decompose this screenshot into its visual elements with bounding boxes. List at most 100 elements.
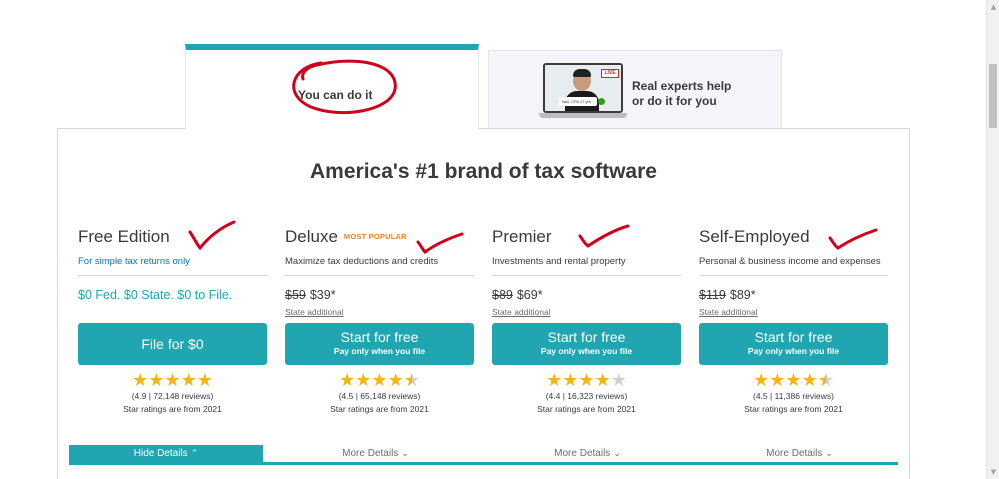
price-row: $119 $89* bbox=[699, 288, 888, 304]
vertical-scrollbar[interactable]: ▲ ▼ bbox=[986, 0, 999, 479]
rating-text[interactable]: (4.5 | 65,148 reviews) bbox=[285, 391, 474, 401]
most-popular-badge: MOST POPULAR bbox=[343, 232, 407, 241]
star-full-icon: ★ bbox=[355, 370, 372, 391]
page: You can do it Neil, CPA 17 yrs LIVE Real… bbox=[0, 0, 999, 479]
chevron-down-icon: ⌄ bbox=[825, 449, 833, 459]
cta-sublabel: Pay only when you file bbox=[540, 346, 633, 356]
rating-note: Star ratings are from 2021 bbox=[744, 404, 843, 414]
product-card-deluxe: Deluxe MOST POPULAR Maximize tax deductio… bbox=[285, 227, 474, 414]
details-label: Hide Details bbox=[133, 448, 188, 459]
chevron-down-icon: ⌄ bbox=[613, 449, 621, 459]
red-circle-annotation bbox=[292, 59, 397, 114]
verified-icon bbox=[598, 98, 605, 105]
expert-line-1: Real experts help bbox=[632, 79, 732, 93]
star-rating: ★★★★★ bbox=[285, 370, 474, 391]
star-full-icon: ★ bbox=[562, 370, 579, 391]
live-badge: LIVE bbox=[601, 69, 619, 78]
divider bbox=[285, 275, 474, 276]
price-row: $59 $39* bbox=[285, 288, 474, 304]
star-rating: ★★★★★ bbox=[492, 370, 681, 391]
details-tab-bar: Hide Details ⌃ More Details ⌄ More Details… bbox=[69, 445, 898, 465]
details-label: More Details bbox=[342, 448, 399, 459]
star-full-icon: ★ bbox=[148, 370, 165, 391]
star-full-icon: ★ bbox=[387, 370, 404, 391]
divider bbox=[78, 275, 267, 276]
product-subtitle: Investments and rental property bbox=[492, 256, 626, 267]
product-name: Self-Employed bbox=[699, 227, 810, 246]
cta-label: Start for free bbox=[340, 329, 419, 345]
product-name: Deluxe bbox=[285, 227, 338, 246]
rating-text[interactable]: (4.5 | 11,386 reviews) bbox=[699, 391, 888, 401]
chevron-down-icon: ⌄ bbox=[401, 449, 409, 459]
panel-title: America's #1 brand of tax software bbox=[310, 160, 657, 183]
cta-label: Start for free bbox=[547, 329, 626, 345]
rating-text[interactable]: (4.4 | 16,323 reviews) bbox=[492, 391, 681, 401]
more-details-button[interactable]: More Details ⌄ bbox=[281, 445, 470, 462]
divider bbox=[699, 275, 888, 276]
details-label: More Details bbox=[554, 448, 611, 459]
state-additional-link[interactable]: State additional bbox=[285, 307, 474, 318]
old-price: $89 bbox=[492, 288, 513, 302]
cta-label: File for $0 bbox=[141, 336, 204, 352]
product-name-row: Deluxe MOST POPULAR bbox=[285, 227, 474, 251]
star-half-icon: ★ bbox=[403, 370, 420, 391]
star-full-icon: ★ bbox=[769, 370, 786, 391]
star-full-icon: ★ bbox=[339, 370, 356, 391]
star-full-icon: ★ bbox=[546, 370, 563, 391]
tab-real-experts[interactable]: Neil, CPA 17 yrs LIVE Real experts help … bbox=[488, 50, 782, 128]
product-card-free: Free Edition For simple tax returns only… bbox=[78, 227, 267, 414]
rating-note: Star ratings are from 2021 bbox=[330, 404, 429, 414]
new-price: $39* bbox=[309, 288, 336, 302]
product-subtitle: Personal & business income and expenses bbox=[699, 256, 881, 267]
star-full-icon: ★ bbox=[785, 370, 802, 391]
new-price: $89* bbox=[729, 288, 756, 302]
chevron-up-icon: ⌃ bbox=[190, 449, 199, 459]
start-for-free-button[interactable]: Start for free Pay only when you file bbox=[285, 323, 474, 365]
file-for-free-button[interactable]: File for $0 bbox=[78, 323, 267, 365]
star-full-icon: ★ bbox=[196, 370, 213, 391]
scroll-up-icon[interactable]: ▲ bbox=[987, 0, 999, 14]
product-panel: America's #1 brand of tax software Free … bbox=[57, 128, 910, 479]
more-details-button[interactable]: More Details ⌄ bbox=[493, 445, 682, 462]
new-price: $69* bbox=[516, 288, 543, 302]
state-additional-link[interactable]: State additional bbox=[492, 307, 681, 318]
star-full-icon: ★ bbox=[801, 370, 818, 391]
product-name: Free Edition bbox=[78, 227, 170, 246]
start-for-free-button[interactable]: Start for free Pay only when you file bbox=[699, 323, 888, 365]
star-full-icon: ★ bbox=[180, 370, 197, 391]
star-rating: ★★★★★ bbox=[78, 370, 267, 391]
old-price: $119 bbox=[699, 288, 726, 302]
product-subtitle: For simple tax returns only bbox=[78, 256, 190, 267]
star-rating: ★★★★★ bbox=[699, 370, 888, 391]
cta-sublabel: Pay only when you file bbox=[747, 346, 840, 356]
star-empty-icon: ★ bbox=[610, 370, 627, 391]
product-card-self-employed: Self-Employed Personal & business income… bbox=[699, 227, 888, 414]
star-full-icon: ★ bbox=[594, 370, 611, 391]
scrollbar-thumb[interactable] bbox=[989, 64, 997, 128]
expert-tab-text: Real experts help or do it for you bbox=[632, 79, 731, 109]
expert-name-chip: Neil, CPA 17 yrs bbox=[559, 97, 597, 106]
star-full-icon: ★ bbox=[753, 370, 770, 391]
rating-note: Star ratings are from 2021 bbox=[123, 404, 222, 414]
price-row: $89 $69* bbox=[492, 288, 681, 304]
star-full-icon: ★ bbox=[578, 370, 595, 391]
rating-note: Star ratings are from 2021 bbox=[537, 404, 636, 414]
expert-line-2: or do it for you bbox=[632, 94, 717, 108]
start-for-free-button[interactable]: Start for free Pay only when you file bbox=[492, 323, 681, 365]
star-half-icon: ★ bbox=[817, 370, 834, 391]
hide-details-button[interactable]: Hide Details ⌃ bbox=[69, 445, 263, 462]
star-full-icon: ★ bbox=[164, 370, 181, 391]
details-label: More Details bbox=[766, 448, 823, 459]
star-full-icon: ★ bbox=[132, 370, 149, 391]
more-details-button[interactable]: More Details ⌄ bbox=[705, 445, 894, 462]
product-subtitle: Maximize tax deductions and credits bbox=[285, 256, 439, 267]
state-additional-link[interactable]: State additional bbox=[699, 307, 888, 318]
laptop-expert-image: Neil, CPA 17 yrs LIVE bbox=[539, 63, 627, 121]
price-text: $0 Fed. $0 State. $0 to File. bbox=[78, 288, 233, 302]
scroll-down-icon[interactable]: ▼ bbox=[987, 465, 999, 479]
state-note-empty bbox=[78, 307, 267, 318]
cta-sublabel: Pay only when you file bbox=[333, 346, 426, 356]
product-name: Premier bbox=[492, 227, 552, 246]
tab-you-can-do-it[interactable]: You can do it bbox=[185, 44, 479, 130]
cta-label: Start for free bbox=[754, 329, 833, 345]
